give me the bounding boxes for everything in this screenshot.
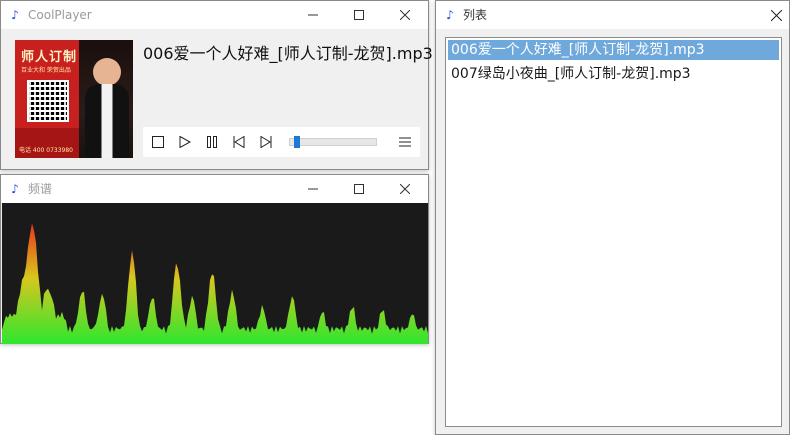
- spectrum-titlebar[interactable]: ♪ 频谱: [1, 175, 428, 203]
- maximize-button[interactable]: [336, 1, 382, 29]
- progress-bar[interactable]: [289, 136, 377, 148]
- playlist-item[interactable]: 006爱一个人好难_[师人订制-龙贺].mp3: [448, 40, 779, 60]
- playlist-listbox[interactable]: 006爱一个人好难_[师人订制-龙贺].mp3 007绿岛小夜曲_[师人订制-龙…: [445, 37, 782, 427]
- previous-button[interactable]: [230, 133, 248, 151]
- close-button[interactable]: [382, 175, 428, 203]
- spectrum-visualizer: [2, 203, 428, 344]
- cover-title: 师人订制: [21, 50, 78, 65]
- play-icon: [179, 136, 191, 148]
- spectrum-window: ♪ 频谱: [0, 174, 429, 344]
- player-content: 师人订制 百业大和 荣贺出品 电话 400 0733980 006爱一个人好难_…: [1, 29, 433, 169]
- stop-icon: [152, 136, 164, 148]
- minimize-button[interactable]: [290, 1, 336, 29]
- music-note-icon: ♪: [11, 8, 19, 22]
- maximize-button[interactable]: [336, 175, 382, 203]
- playlist-titlebar[interactable]: ♪ 列表: [436, 1, 789, 29]
- menu-button[interactable]: [396, 133, 414, 151]
- player-window: ♪ CoolPlayer 师人订制 百业大和 荣贺出品 电话 400 07339…: [0, 0, 433, 170]
- maximize-icon: [354, 184, 364, 194]
- menu-icon: [399, 137, 411, 147]
- pause-icon: [207, 136, 217, 148]
- minimize-icon: [308, 188, 318, 190]
- qr-code-icon: [27, 80, 69, 122]
- close-button[interactable]: [382, 1, 428, 29]
- spectrum-wave: [2, 223, 428, 344]
- spectrum-title: 频谱: [28, 182, 53, 196]
- player-title: CoolPlayer: [28, 8, 92, 22]
- maximize-icon: [354, 10, 364, 20]
- playlist-window: ♪ 列表 006爱一个人好难_[师人订制-龙贺].mp3 007绿岛小夜曲_[师…: [435, 0, 790, 435]
- cover-subtitle: 百业大和 荣贺出品: [21, 67, 71, 74]
- minimize-icon: [308, 14, 318, 16]
- close-button[interactable]: [753, 1, 790, 29]
- playlist-title: 列表: [463, 8, 488, 22]
- music-note-icon: ♪: [446, 8, 454, 22]
- play-button[interactable]: [176, 133, 194, 151]
- close-icon: [770, 9, 782, 21]
- next-button[interactable]: [257, 133, 275, 151]
- minimize-button[interactable]: [290, 175, 336, 203]
- close-icon: [400, 184, 410, 194]
- album-cover: 师人订制 百业大和 荣贺出品 电话 400 0733980: [15, 40, 133, 158]
- next-icon: [260, 136, 272, 148]
- playlist-item[interactable]: 007绿岛小夜曲_[师人订制-龙贺].mp3: [448, 64, 779, 84]
- close-icon: [400, 10, 410, 20]
- playback-controls: [143, 127, 420, 157]
- previous-icon: [233, 136, 245, 148]
- music-note-icon: ♪: [11, 182, 19, 196]
- progress-thumb[interactable]: [294, 136, 300, 148]
- stop-button[interactable]: [149, 133, 167, 151]
- player-titlebar[interactable]: ♪ CoolPlayer: [1, 1, 428, 29]
- pause-button[interactable]: [203, 133, 221, 151]
- spectrum-graph: [2, 223, 428, 344]
- song-title: 006爱一个人好难_[师人订制-龙贺].mp3: [143, 44, 433, 63]
- cover-phone: 电话 400 0733980: [19, 147, 73, 154]
